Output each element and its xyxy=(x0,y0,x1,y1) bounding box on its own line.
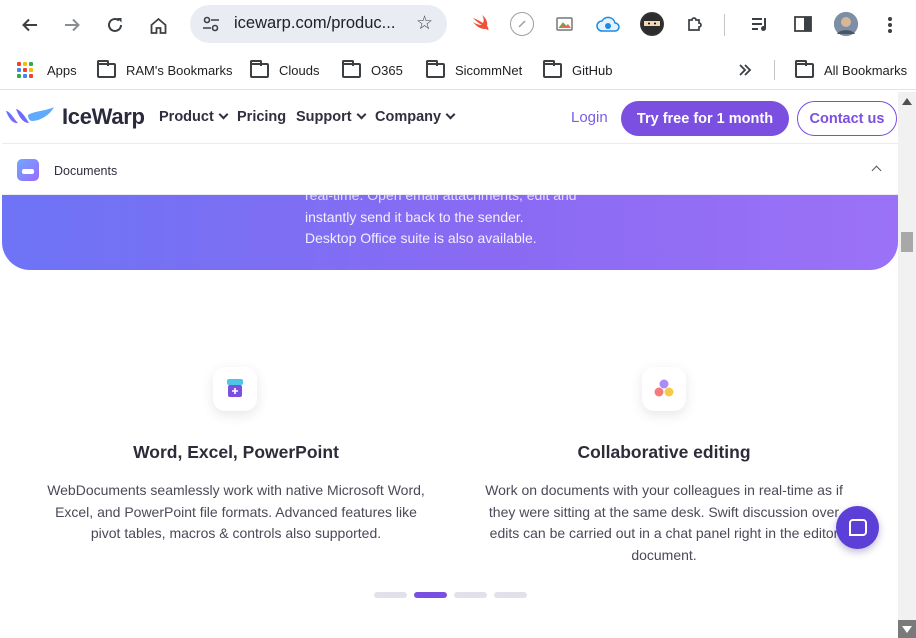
chat-launcher-button[interactable] xyxy=(836,506,879,549)
nav-product[interactable]: Product xyxy=(159,109,229,125)
forward-icon[interactable] xyxy=(57,10,87,40)
brand-name: IceWarp xyxy=(62,104,145,129)
bookmarks-separator xyxy=(774,60,775,80)
ninja-extension-icon[interactable] xyxy=(640,12,664,36)
bookmark-label: SicommNet xyxy=(455,62,523,78)
carousel-dot[interactable] xyxy=(494,592,527,598)
site-settings-icon[interactable] xyxy=(200,13,222,35)
nav-support[interactable]: Support xyxy=(296,109,367,125)
bookmark-label: Clouds xyxy=(279,62,320,78)
product-subnav[interactable]: Documents xyxy=(2,145,898,195)
browser-toolbar: icewarp.com/produc... ☆ xyxy=(0,0,916,50)
feature-desc-line: document. xyxy=(631,546,697,563)
bookmark-label: RAM's Bookmarks xyxy=(126,62,233,78)
cloud-extension-icon[interactable] xyxy=(596,12,620,36)
reload-icon[interactable] xyxy=(100,10,130,40)
feature-title: Word, Excel, PowerPoint xyxy=(133,442,339,462)
page-viewport: IceWarp Product Pricing Support Company … xyxy=(2,92,898,638)
try-free-button[interactable]: Try free for 1 month xyxy=(621,101,789,136)
feature-desc-line: edits can be carried out in a chat panel… xyxy=(489,525,839,541)
nav-product-label: Product xyxy=(159,109,214,125)
banner-text-line: instantly send it back to the sender. xyxy=(305,209,524,225)
media-queue-icon[interactable] xyxy=(748,12,772,36)
icewarp-logo[interactable]: IceWarp xyxy=(4,104,145,130)
nav-company[interactable]: Company xyxy=(375,109,456,125)
scroll-up-arrow-icon[interactable] xyxy=(902,98,912,105)
carousel-dot[interactable] xyxy=(454,592,487,598)
profile-avatar[interactable] xyxy=(834,12,858,36)
carousel-pagination xyxy=(374,592,534,598)
feature-desc-line: Excel, and PowerPoint file formats. Adva… xyxy=(55,503,417,520)
bookmarks-bar: Apps RAM's Bookmarks Clouds O365 SicommN… xyxy=(0,50,916,90)
bookmark-label: GitHub xyxy=(572,62,613,78)
extensions-puzzle-icon[interactable] xyxy=(683,12,707,36)
collaboration-icon xyxy=(642,367,686,411)
contact-us-button[interactable]: Contact us xyxy=(797,101,897,136)
carousel-dot-active[interactable] xyxy=(414,592,447,598)
toolbar-separator xyxy=(724,14,725,36)
feature-desc-line: WebDocuments seamlessly work with native… xyxy=(47,482,425,498)
double-chevron-right-icon[interactable] xyxy=(738,60,752,80)
bookmark-apps[interactable]: Apps xyxy=(17,60,77,80)
folder-icon xyxy=(795,59,814,78)
folder-icon xyxy=(543,59,562,78)
folder-icon xyxy=(426,59,445,78)
folder-icon xyxy=(250,59,269,78)
bookmark-folder-rams[interactable]: RAM's Bookmarks xyxy=(97,59,233,80)
chevron-down-icon xyxy=(445,109,456,120)
apps-grid-icon xyxy=(17,62,33,78)
home-icon[interactable] xyxy=(143,10,173,40)
bookmark-star-icon[interactable]: ☆ xyxy=(416,12,433,34)
site-header: IceWarp Product Pricing Support Company … xyxy=(2,92,898,144)
feature-desc-line: pivot tables, macros & controls also sup… xyxy=(90,525,382,541)
nav-pricing-label: Pricing xyxy=(237,109,287,125)
nav-pricing[interactable]: Pricing xyxy=(237,109,286,125)
compass-extension-icon[interactable] xyxy=(510,12,534,36)
scroll-down-arrow-icon[interactable] xyxy=(898,620,916,638)
feature-desc-line: they were sitting at the same desk. Swif… xyxy=(488,503,840,520)
kebab-menu-icon[interactable] xyxy=(875,10,905,40)
documents-banner: real-time. Open email attachments, edit … xyxy=(2,195,898,270)
bookmark-label: O365 xyxy=(371,62,403,78)
feature-title: Collaborative editing xyxy=(577,442,751,462)
address-bar[interactable]: icewarp.com/produc... ☆ xyxy=(190,5,447,43)
banner-text-line: real-time. Open email attachments, edit … xyxy=(305,195,577,203)
icewarp-logo-mark xyxy=(4,105,56,129)
back-icon[interactable] xyxy=(15,10,45,40)
nav-support-label: Support xyxy=(296,109,352,125)
banner-text-line: Desktop Office suite is also available. xyxy=(305,230,537,246)
bookmark-all-bookmarks[interactable]: All Bookmarks xyxy=(795,59,908,80)
bookmark-folder-o365[interactable]: O365 xyxy=(342,59,403,80)
bookmark-label: Apps xyxy=(47,62,77,78)
chevron-down-icon xyxy=(218,109,229,120)
office-files-icon xyxy=(213,367,257,411)
carousel-dot[interactable] xyxy=(374,592,407,598)
page-scrollbar[interactable] xyxy=(898,92,916,638)
folder-icon xyxy=(342,59,361,78)
bookmark-folder-sicommnet[interactable]: SicommNet xyxy=(426,59,523,80)
url-text[interactable]: icewarp.com/produc... xyxy=(234,14,395,33)
documents-icon xyxy=(17,159,39,181)
bookmark-folder-clouds[interactable]: Clouds xyxy=(250,59,320,80)
bookmark-label: All Bookmarks xyxy=(824,62,908,78)
swift-extension-icon[interactable] xyxy=(468,12,492,36)
feature-description: WebDocuments seamlessly work with native… xyxy=(26,480,446,545)
browser-window: icewarp.com/produc... ☆ Apps RAM's Bookm… xyxy=(0,0,916,638)
feature-desc-line: Work on documents with your colleagues i… xyxy=(485,482,843,498)
chevron-down-icon xyxy=(356,109,367,120)
chevron-up-icon[interactable] xyxy=(871,165,882,176)
gallery-extension-icon[interactable] xyxy=(553,12,577,36)
chat-bubble-icon xyxy=(848,519,867,536)
scrollbar-thumb[interactable] xyxy=(901,232,913,252)
login-link[interactable]: Login xyxy=(571,109,608,126)
subnav-label: Documents xyxy=(54,164,118,178)
nav-company-label: Company xyxy=(375,109,442,125)
side-panel-icon[interactable] xyxy=(791,12,815,36)
feature-description: Work on documents with your colleagues i… xyxy=(454,480,874,566)
folder-icon xyxy=(97,59,116,78)
bookmark-folder-github[interactable]: GitHub xyxy=(543,59,613,80)
